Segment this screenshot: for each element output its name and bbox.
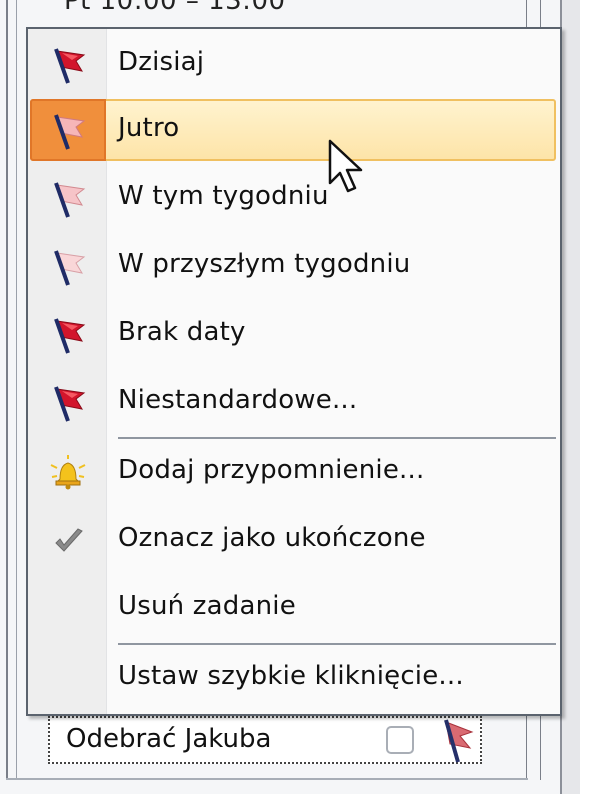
- menu-item-tomorrow[interactable]: Jutro: [28, 97, 560, 165]
- menu-item-label: Brak daty: [118, 317, 246, 347]
- menu-item-label: Usuń zadanie: [118, 591, 296, 621]
- menu-item-label: W tym tygodniu: [118, 181, 329, 211]
- menu-item-label: Ustaw szybkie kliknięcie...: [118, 661, 464, 691]
- flag-tomorrow-icon: [54, 114, 86, 150]
- menu-item-label: W przyszłym tygodniu: [118, 249, 411, 279]
- task-row[interactable]: Odebrać Jakuba: [48, 716, 482, 764]
- checkmark-icon: [55, 528, 83, 552]
- menu-item-label: Niestandardowe...: [118, 385, 358, 415]
- menu-item-remove-task[interactable]: Usuń zadanie: [28, 575, 560, 643]
- menu-item-mark-complete[interactable]: Oznacz jako ukończone: [28, 507, 560, 575]
- flag-context-menu: Dzisiaj Jutro W tym tygodniu W przyszłym…: [26, 27, 562, 716]
- flag-no-date-icon: [54, 318, 86, 354]
- appointment-time-text: Pt 10:00 – 13:00: [64, 0, 286, 16]
- menu-item-add-reminder[interactable]: Dodaj przypomnienie...: [28, 439, 560, 507]
- task-flag-icon[interactable]: [436, 718, 476, 764]
- flag-today-icon: [54, 48, 86, 84]
- menu-item-custom[interactable]: Niestandardowe...: [28, 369, 560, 437]
- flag-this-week-icon: [54, 182, 86, 218]
- flag-custom-icon: [54, 386, 86, 422]
- menu-item-today[interactable]: Dzisiaj: [28, 31, 560, 99]
- menu-item-label: Dodaj przypomnienie...: [118, 455, 425, 485]
- task-complete-checkbox[interactable]: [386, 726, 414, 754]
- menu-item-this-week[interactable]: W tym tygodniu: [28, 165, 560, 233]
- task-label: Odebrać Jakuba: [66, 724, 272, 754]
- menu-item-label: Dzisiaj: [118, 47, 205, 77]
- list-bottom-border: [6, 778, 528, 780]
- mouse-cursor-icon: [328, 139, 363, 193]
- scrollbar[interactable]: [560, 0, 580, 794]
- menu-item-set-quick-click[interactable]: Ustaw szybkie kliknięcie...: [28, 645, 560, 713]
- window-frame-inner-left: [16, 0, 17, 780]
- flag-next-week-icon: [54, 250, 86, 286]
- menu-item-label: Jutro: [118, 113, 180, 143]
- window-frame-left: [6, 0, 8, 780]
- hover-highlight: [30, 99, 556, 161]
- bell-icon: [50, 455, 86, 490]
- menu-item-next-week[interactable]: W przyszłym tygodniu: [28, 233, 560, 301]
- menu-item-label: Oznacz jako ukończone: [118, 523, 426, 553]
- screenshot-stage: Pt 10:00 – 13:00 Odebrać Jakuba Dzisiaj: [0, 0, 590, 794]
- menu-item-no-date[interactable]: Brak daty: [28, 301, 560, 369]
